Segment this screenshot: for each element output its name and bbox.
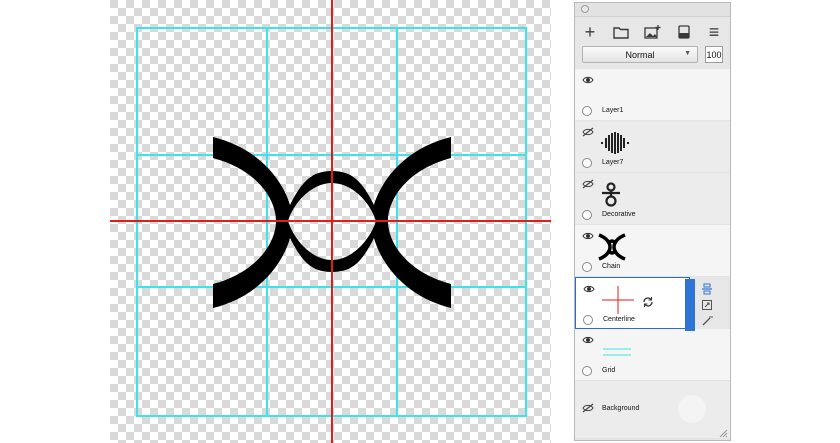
layer-label: Layer7: [602, 159, 624, 166]
layer-side-tools: [697, 279, 717, 331]
layer-select-radio[interactable]: [582, 106, 592, 116]
menu-icon[interactable]: ≡: [704, 22, 724, 42]
resize-grip-icon[interactable]: [718, 428, 728, 438]
transform-icon[interactable]: [701, 299, 713, 311]
align-icon[interactable]: [701, 283, 713, 295]
eye-icon[interactable]: [582, 231, 594, 241]
eye-icon[interactable]: [583, 284, 595, 294]
layers-toolbar: + ≡: [575, 17, 730, 45]
layer-row-background[interactable]: Background: [575, 381, 730, 439]
layer-select-radio[interactable]: [582, 262, 592, 272]
layer-thumbnail: [603, 348, 631, 356]
artboard[interactable]: [0, 0, 560, 443]
layer-row-layer7[interactable]: Layer7: [575, 121, 730, 173]
eye-icon[interactable]: [582, 75, 594, 85]
layer-row-grid[interactable]: Grid: [575, 329, 730, 381]
layer-list: Layer1 Layer7 Decorative Chain Centerlin…: [575, 69, 730, 439]
chevron-down-icon: ▼: [684, 50, 691, 57]
layer-label: Decorative: [602, 211, 636, 218]
blend-mode-value: Normal: [625, 49, 655, 60]
layer-thumbnail: [602, 286, 634, 314]
layer-select-radio[interactable]: [582, 210, 592, 220]
add-layer-glyph: +: [584, 21, 596, 42]
sync-icon[interactable]: [642, 296, 654, 308]
eye-icon[interactable]: [582, 335, 594, 345]
opacity-input[interactable]: 100: [705, 46, 723, 63]
blend-row: Normal ▼ 100: [575, 45, 730, 67]
layer-thumbnail: [598, 233, 626, 261]
layer-label: Centerline: [603, 316, 635, 323]
background-thumbnail: [678, 395, 706, 423]
layer-row-centerline[interactable]: Centerline: [575, 277, 690, 329]
folder-icon[interactable]: [611, 22, 631, 42]
layer-row-layer1[interactable]: Layer1: [575, 69, 730, 121]
eye-hidden-icon[interactable]: [582, 403, 594, 413]
panel-titlebar: [575, 3, 730, 17]
layer-select-radio[interactable]: [583, 315, 593, 325]
add-layer-icon[interactable]: +: [580, 22, 600, 42]
layer-drag-handle[interactable]: [685, 279, 695, 331]
eye-hidden-icon[interactable]: [582, 127, 594, 137]
layer-select-radio[interactable]: [582, 158, 592, 168]
layer-select-radio[interactable]: [582, 366, 592, 376]
blend-mode-select[interactable]: Normal ▼: [582, 46, 698, 63]
canvas-area[interactable]: [0, 0, 560, 443]
flatten-icon[interactable]: [674, 22, 694, 42]
layer-row-chain[interactable]: Chain: [575, 225, 730, 277]
layer-thumbnail: [602, 182, 620, 207]
layer-row-decorative[interactable]: Decorative: [575, 173, 730, 225]
wand-icon[interactable]: [701, 315, 713, 327]
add-image-icon[interactable]: [642, 22, 662, 42]
layer-label: Background: [602, 405, 640, 412]
menu-glyph: ≡: [708, 21, 720, 42]
layer-label: Layer1: [602, 107, 624, 114]
layer-label: Grid: [602, 367, 616, 374]
panel-close-button[interactable]: [581, 5, 589, 13]
layer-thumbnail: [601, 132, 629, 154]
layers-panel: + ≡ Normal ▼ 100 Layer1 Layer7 Decorativ…: [574, 2, 731, 441]
eye-hidden-icon[interactable]: [582, 179, 594, 189]
layer-label: Chain: [602, 263, 621, 270]
